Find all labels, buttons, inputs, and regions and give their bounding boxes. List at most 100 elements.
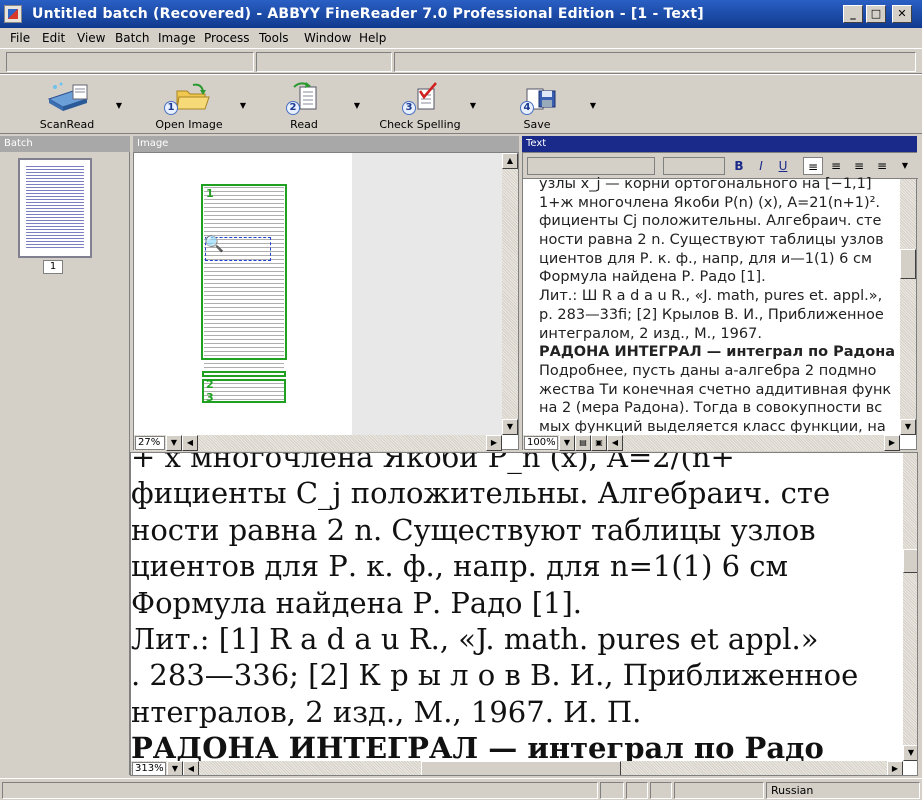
image-scroll-down-icon[interactable]: ▼ (502, 419, 518, 435)
justify-icon[interactable]: ≡ (872, 157, 892, 175)
menu-window[interactable]: Window (304, 31, 351, 45)
font-combo[interactable] (663, 157, 725, 175)
zoom-scroll-left-icon[interactable]: ◀ (183, 761, 199, 775)
magnifier-icon: 🔍 (204, 234, 224, 253)
text-pane-header[interactable]: Text (522, 136, 917, 152)
text-scroll-right-icon[interactable]: ▶ (884, 435, 900, 451)
zoom-level-dropdown-icon[interactable]: ▼ (167, 761, 183, 775)
image-scroll-up-icon[interactable]: ▲ (502, 153, 518, 169)
text-line: Формула найдена Р. Радо [1]. (539, 269, 766, 286)
image-page[interactable]: 🔍 1 2 3 (134, 153, 352, 435)
menu-edit[interactable]: Edit (42, 31, 65, 45)
italic-button[interactable]: I (751, 157, 771, 175)
zoomed-image-text[interactable]: + x многочлена Якоби P_n (x), A=2/(n+ фи… (131, 453, 903, 775)
text-block-2[interactable] (202, 379, 286, 403)
open-image-button[interactable]: 1 ▼ Open Image (150, 79, 246, 131)
app-icon[interactable] (4, 5, 22, 23)
check-spelling-dropdown-icon[interactable]: ▼ (470, 101, 476, 110)
scanread-label: ScanRead (39, 118, 95, 131)
image-pane-header[interactable]: Image (133, 136, 519, 152)
text-horizontal-scrollbar[interactable]: 100% ▼ ▤ ▣ ◀ ▶ (523, 435, 900, 451)
text-view-icon[interactable]: ▤ (575, 435, 591, 451)
scanread-dropdown-icon[interactable]: ▼ (116, 101, 122, 110)
image-zoom-field[interactable]: 27% (135, 436, 165, 450)
menu-bar: File Edit View Batch Image Process Tools… (0, 28, 922, 48)
zoom-hscroll-thumb[interactable] (421, 761, 621, 775)
text-vertical-scrollbar[interactable]: ▼ (900, 179, 916, 435)
read-dropdown-icon[interactable]: ▼ (354, 101, 360, 110)
menu-help[interactable]: Help (359, 31, 386, 45)
close-button[interactable]: ✕ (892, 5, 912, 23)
zoom-scroll-down-icon[interactable]: ▼ (903, 745, 917, 761)
zoom-line: фициенты C_j положительны. Алгебраич. ст… (131, 476, 831, 511)
recognized-text[interactable]: узлы x_j — корни ортогонального на [−1,1… (539, 175, 897, 433)
check-spelling-label: Check Spelling (379, 118, 461, 131)
image-pane: 🔍 1 2 3 ▲ ▼ 27% ▼ ◀ ▶ (133, 152, 519, 451)
image-scroll-left-icon[interactable]: ◀ (182, 435, 198, 451)
align-center-icon[interactable]: ≡ (826, 157, 846, 175)
zoom-scroll-thumb[interactable] (903, 549, 917, 573)
maximize-button[interactable]: □ (866, 5, 886, 23)
menu-image[interactable]: Image (158, 31, 196, 45)
zoom-line: Лит.: [1] R a d a u R., «J. math. pures … (131, 621, 819, 656)
text-line: мых функций выделяется класс функции, на (539, 418, 886, 433)
text-line: РАДОНА ИНТЕГРАЛ — интеграл по Радона (539, 344, 896, 361)
save-dropdown-icon[interactable]: ▼ (590, 101, 596, 110)
zoom-pane: + x многочлена Якоби P_n (x), A=2/(n+ фи… (130, 452, 918, 776)
scanread-button[interactable]: ▼ ScanRead (22, 79, 122, 131)
batch-pane-header[interactable]: Batch (0, 136, 130, 152)
menu-tools[interactable]: Tools (259, 31, 289, 45)
menu-file[interactable]: File (10, 31, 30, 45)
minimize-button[interactable]: _ (843, 5, 863, 23)
save-label: Save (523, 118, 551, 131)
check-spelling-button[interactable]: 3 ▼ Check Spelling (378, 79, 476, 131)
toolbar-field-1[interactable] (6, 52, 254, 72)
text-zoom-field[interactable]: 100% (524, 436, 558, 450)
text-scroll-down-icon[interactable]: ▼ (900, 419, 916, 435)
format-overflow-icon[interactable]: ▼ (895, 157, 915, 175)
zoom-line: Формула найдена Р. Радо [1]. (131, 585, 583, 620)
save-button[interactable]: 4 ▼ Save (510, 79, 596, 131)
zoom-vertical-scrollbar[interactable]: ▼ (903, 453, 917, 761)
text-layout-icon[interactable]: ▣ (591, 435, 607, 451)
text-line: фициенты Cj положительны. Алгебраич. сте (539, 213, 882, 230)
image-vertical-scrollbar[interactable]: ▲ ▼ (502, 153, 518, 435)
zoom-line: циентов для Р. к. ф., напр. для n=1(1) 6… (131, 549, 789, 584)
zoom-horizontal-scrollbar[interactable]: 313% ▼ ◀ ▶ (131, 761, 903, 775)
text-line: ности равна 2 n. Существуют таблицы узло… (539, 232, 884, 249)
text-zoom-dropdown-icon[interactable]: ▼ (559, 435, 575, 451)
align-left-icon[interactable]: ≡ (803, 157, 823, 175)
zoom-scroll-right-icon[interactable]: ▶ (887, 761, 903, 775)
image-scroll-right-icon[interactable]: ▶ (486, 435, 502, 451)
text-line: Лит.: Ш R a d a u R., «J. math, pures et… (539, 288, 883, 305)
toolbar-field-3[interactable] (394, 52, 916, 72)
menu-view[interactable]: View (77, 31, 105, 45)
text-line: узлы x_j — корни ортогонального на [−1,1… (539, 176, 872, 192)
text-scroll-left-icon[interactable]: ◀ (607, 435, 623, 451)
toolbar-field-2[interactable] (256, 52, 392, 72)
text-scroll-thumb[interactable] (900, 249, 916, 279)
zoom-line: . 283—336; [2] К р ы л о в В. И., Прибли… (131, 658, 859, 693)
block-3-number: 3 (206, 391, 214, 404)
align-right-icon[interactable]: ≡ (849, 157, 869, 175)
image-zoom-dropdown-icon[interactable]: ▼ (166, 435, 182, 451)
zoom-level-field[interactable]: 313% (132, 762, 166, 775)
style-combo[interactable] (527, 157, 655, 175)
read-button[interactable]: 2 ▼ Read (270, 79, 360, 131)
underline-button[interactable]: U (773, 157, 793, 175)
text-line: интегралом, 2 изд., М., 1967. (539, 325, 762, 342)
text-line: на 2 (мера Радона). Тогда в совокупности… (539, 400, 883, 417)
menu-batch[interactable]: Batch (115, 31, 150, 45)
text-line: жества Ти конечная счетно аддитивная фун… (539, 381, 892, 398)
bold-button[interactable]: B (729, 157, 749, 175)
text-pane: B I U ≡ ≡ ≡ ≡ ▼ узлы x_j — корни ортогон… (522, 152, 918, 451)
text-block-1[interactable] (201, 184, 287, 360)
text-block-2-header[interactable] (202, 371, 286, 377)
open-image-dropdown-icon[interactable]: ▼ (240, 101, 246, 110)
text-line: Подробнее, пусть даны а-алгебра 2 подмно (539, 362, 877, 379)
image-horizontal-scrollbar[interactable]: 27% ▼ ◀ ▶ (134, 435, 502, 451)
page-number-label: 1 (43, 260, 63, 274)
menu-process[interactable]: Process (204, 31, 250, 45)
read-label: Read (290, 118, 318, 131)
page-thumbnail[interactable] (18, 158, 92, 258)
